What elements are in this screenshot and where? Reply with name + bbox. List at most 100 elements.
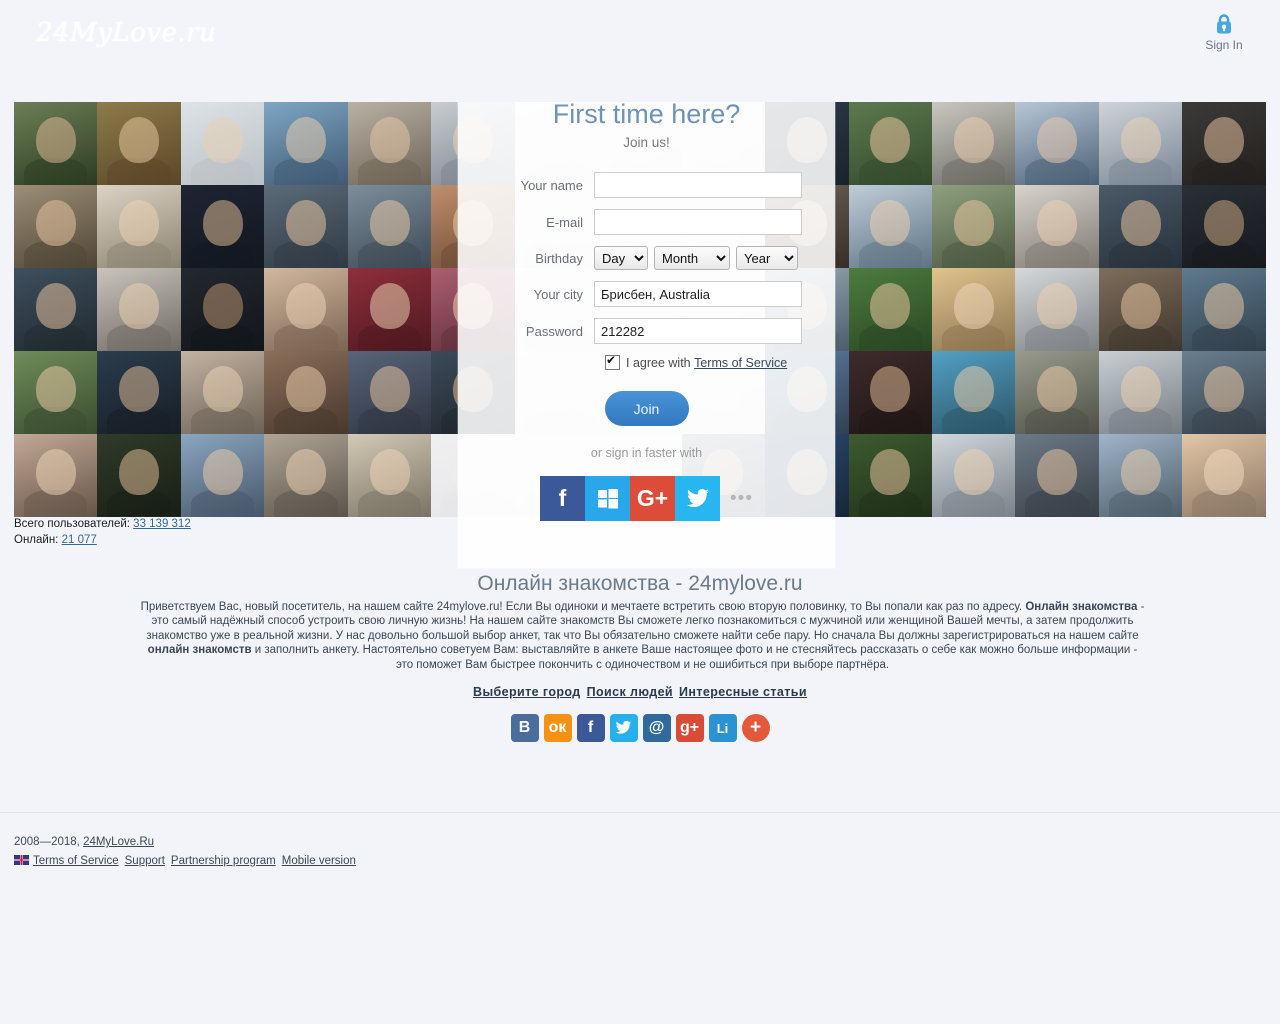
birthday-day-select[interactable]: Day — [594, 246, 648, 270]
password-input[interactable] — [594, 318, 802, 344]
seo-link-2[interactable]: Интересные статьи — [679, 685, 807, 699]
user-photo-tile[interactable] — [14, 434, 98, 517]
microsoft-signin-icon[interactable] — [585, 476, 631, 521]
user-photo-tile[interactable] — [931, 351, 1016, 434]
terms-checkbox[interactable] — [605, 353, 620, 370]
user-photo-tile[interactable] — [347, 185, 432, 268]
footer-link-1[interactable]: Support — [125, 855, 165, 867]
user-photo-tile[interactable] — [931, 268, 1016, 351]
birthday-month-select[interactable]: Month — [654, 246, 730, 270]
user-photo-tile[interactable] — [1182, 434, 1266, 517]
birthday-year-select[interactable]: Year — [736, 246, 798, 270]
mail-ru-share-icon[interactable]: @ — [642, 714, 671, 742]
user-photo-tile[interactable] — [14, 351, 98, 434]
user-photo-tile[interactable] — [848, 351, 932, 434]
seo-paragraph: Приветствуем Вас, новый посетитель, на н… — [140, 600, 1145, 672]
user-photo-tile[interactable] — [1015, 351, 1099, 434]
user-photo-tile[interactable] — [1098, 268, 1183, 351]
user-photo-tile[interactable] — [180, 434, 265, 517]
user-photo-tile[interactable] — [347, 102, 432, 185]
user-photo-tile[interactable] — [180, 351, 265, 434]
site-logo[interactable]: 24MyLove.ru — [36, 18, 216, 48]
user-photo-tile[interactable] — [931, 185, 1016, 268]
user-photo-tile[interactable] — [347, 434, 432, 517]
user-photo-tile[interactable] — [931, 434, 1016, 517]
online-users-row: Онлайн: 21 077 — [14, 532, 191, 548]
user-photo-tile[interactable] — [180, 185, 265, 268]
user-photo-tile[interactable] — [347, 268, 432, 351]
footer-link-0[interactable]: Terms of Service — [33, 855, 119, 867]
city-row: Your city — [458, 281, 835, 307]
city-input[interactable] — [594, 281, 802, 307]
brand-link[interactable]: 24MyLove.Ru — [83, 836, 154, 848]
user-photo-tile[interactable] — [1098, 434, 1183, 517]
vkontakte-share-icon[interactable]: B — [510, 714, 539, 742]
user-photo-tile[interactable] — [1182, 351, 1266, 434]
user-photo-tile[interactable] — [1015, 268, 1099, 351]
total-users-value[interactable]: 33 139 312 — [133, 518, 191, 530]
photo-face-shape — [119, 282, 160, 330]
user-photo-tile[interactable] — [848, 185, 932, 268]
sign-in-button[interactable]: Sign In — [1192, 12, 1256, 52]
user-photo-tile[interactable] — [1182, 185, 1266, 268]
name-input[interactable] — [594, 172, 802, 198]
user-photo-tile[interactable] — [264, 185, 348, 268]
user-photo-tile[interactable] — [1182, 102, 1266, 185]
facebook-share-icon[interactable]: f — [576, 714, 605, 742]
more-share-share-icon[interactable]: + — [741, 714, 770, 742]
twitter-signin-icon[interactable] — [675, 476, 721, 521]
photo-face-shape — [286, 448, 327, 496]
user-photo-tile[interactable] — [180, 102, 265, 185]
user-photo-tile[interactable] — [14, 185, 98, 268]
odnoklassniki-share-icon[interactable]: ок — [543, 714, 572, 742]
user-photo-tile[interactable] — [848, 434, 932, 517]
user-photo-tile[interactable] — [1015, 185, 1099, 268]
user-photo-tile[interactable] — [264, 351, 348, 434]
photo-face-shape — [202, 365, 243, 413]
photo-face-shape — [1204, 448, 1245, 496]
google-plus-signin-icon[interactable]: G+ — [630, 476, 676, 521]
seo-link-0[interactable]: Выберите город — [473, 685, 581, 699]
user-photo-tile[interactable] — [848, 268, 932, 351]
twitter-share-icon[interactable] — [609, 714, 638, 742]
photo-face-shape — [870, 282, 911, 330]
user-photo-tile[interactable] — [848, 102, 932, 185]
user-photo-tile[interactable] — [264, 268, 348, 351]
user-photo-tile[interactable] — [1015, 102, 1099, 185]
user-photo-tile[interactable] — [347, 351, 432, 434]
user-photo-tile[interactable] — [97, 268, 181, 351]
user-photo-tile[interactable] — [97, 351, 181, 434]
google-plus-share-icon[interactable]: g+ — [675, 714, 704, 742]
user-photo-tile[interactable] — [14, 102, 98, 185]
user-photo-tile[interactable] — [180, 268, 265, 351]
user-photo-tile[interactable] — [931, 102, 1016, 185]
user-photo-tile[interactable] — [1098, 351, 1183, 434]
user-photo-tile[interactable] — [1098, 102, 1183, 185]
user-photo-tile[interactable] — [97, 102, 181, 185]
user-photo-tile[interactable] — [97, 434, 181, 517]
user-photo-tile[interactable] — [1015, 434, 1099, 517]
user-photo-tile[interactable] — [1182, 268, 1266, 351]
user-photo-tile[interactable] — [264, 434, 348, 517]
photo-face-shape — [369, 199, 410, 247]
email-input[interactable] — [594, 209, 802, 235]
photo-face-shape — [1120, 116, 1161, 164]
footer-link-2[interactable]: Partnership program — [171, 855, 276, 867]
terms-of-service-link[interactable]: Terms of Service — [694, 356, 787, 370]
user-photo-tile[interactable] — [1098, 185, 1183, 268]
copyright-row: 2008—2018, 24MyLove.Ru — [14, 833, 362, 852]
join-button[interactable]: Join — [604, 391, 689, 426]
photo-face-shape — [286, 282, 327, 330]
user-photo-tile[interactable] — [264, 102, 348, 185]
user-photo-tile[interactable] — [97, 185, 181, 268]
online-users-value[interactable]: 21 077 — [62, 534, 97, 546]
uk-flag-icon[interactable] — [14, 855, 29, 865]
facebook-signin-icon[interactable]: f — [540, 476, 586, 521]
more-signin-options-icon[interactable]: ••• — [730, 488, 753, 510]
user-photo-tile[interactable] — [14, 268, 98, 351]
signup-subtitle: Join us! — [623, 135, 670, 150]
livejournal-share-icon[interactable]: Li — [708, 714, 737, 742]
footer-link-3[interactable]: Mobile version — [282, 855, 356, 867]
seo-link-1[interactable]: Поиск людей — [587, 685, 673, 699]
photo-face-shape — [953, 116, 994, 164]
